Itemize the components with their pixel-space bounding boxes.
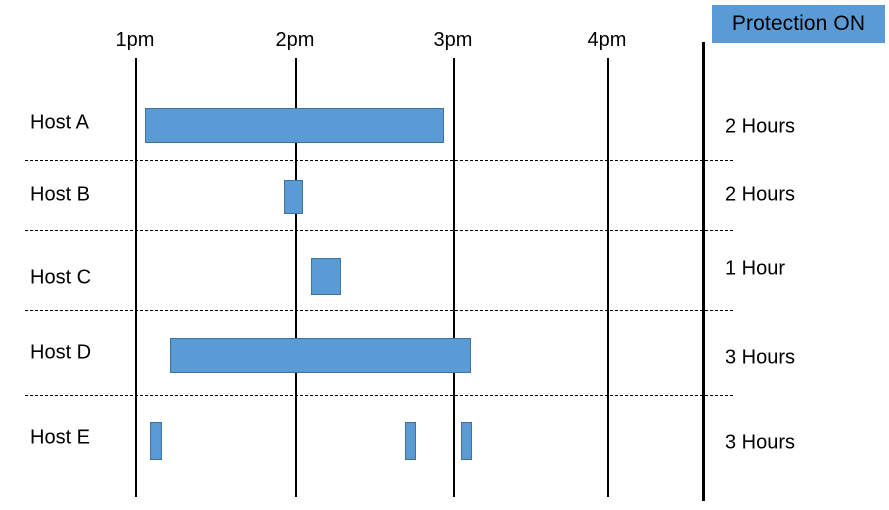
activity-bar-host-a-1 (145, 108, 444, 143)
duration-label-a: 2 Hours (725, 115, 796, 138)
activity-bar-host-e-3 (461, 422, 472, 460)
activity-bar-host-c-1 (311, 258, 341, 295)
row-separator-4 (25, 395, 733, 396)
activity-bar-host-d-1 (170, 338, 471, 373)
hour-label-3pm: 3pm (433, 29, 473, 51)
hour-label-1pm: 1pm (115, 29, 155, 51)
activity-bar-host-e-2 (405, 422, 416, 460)
gridline-4pm (607, 58, 609, 497)
duration-label-d: 3 Hours (725, 346, 796, 369)
host-label-e: Host E (30, 426, 91, 449)
duration-label-b: 2 Hours (725, 183, 796, 206)
row-separator-1 (25, 160, 733, 161)
gridline-1pm (135, 58, 137, 497)
row-separator-3 (25, 310, 733, 311)
protection-on-badge: Protection ON (712, 5, 885, 43)
host-label-b: Host B (30, 183, 91, 206)
host-label-d: Host D (30, 341, 92, 364)
duration-label-c: 1 Hour (725, 257, 786, 280)
row-separator-2 (25, 230, 733, 231)
activity-bar-host-e-1 (150, 422, 162, 460)
duration-label-e: 3 Hours (725, 431, 796, 454)
host-label-a: Host A (30, 111, 89, 134)
protection-timeline-chart: Protection ON 1pm 2pm 3pm 4pm Host A Hos… (0, 0, 889, 510)
host-label-c: Host C (30, 266, 92, 289)
hour-label-4pm: 4pm (587, 29, 627, 51)
gridline-3pm (453, 58, 455, 497)
activity-bar-host-b-1 (284, 180, 303, 214)
hour-label-2pm: 2pm (275, 29, 315, 51)
timeline-duration-divider (702, 42, 705, 501)
